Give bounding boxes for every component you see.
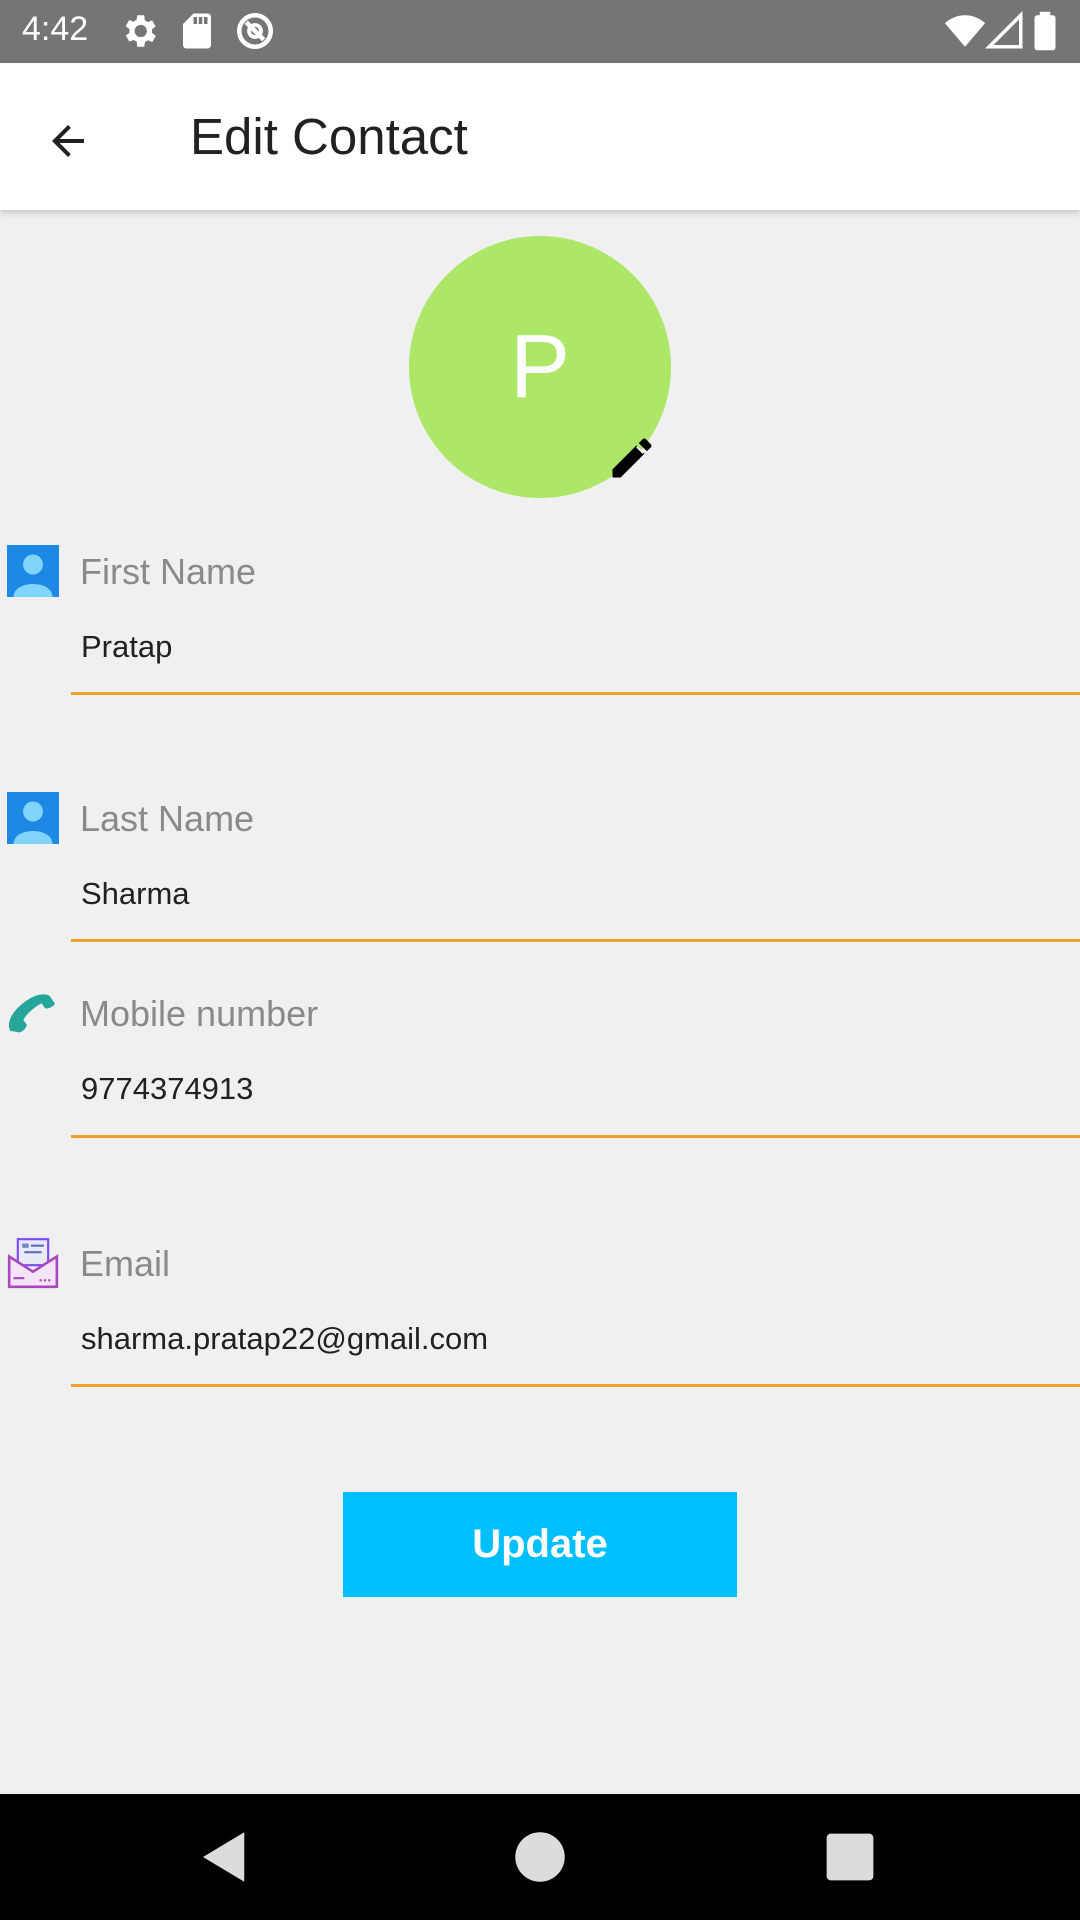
back-button[interactable] [28, 101, 108, 181]
app-bar: Edit Contact [0, 63, 1080, 210]
page-title: Edit Contact [190, 108, 468, 165]
email-label: Email [80, 1243, 171, 1284]
mobile-input[interactable] [72, 1059, 1072, 1119]
status-bar: 4:42 [0, 0, 1080, 63]
nav-back-icon[interactable] [192, 1824, 258, 1890]
cellular-signal-icon [985, 11, 1023, 49]
last-name-label: Last Name [80, 798, 255, 839]
avatar-initial: P [509, 316, 571, 417]
navigation-bar [0, 1794, 1080, 1920]
mobile-label: Mobile number [80, 993, 319, 1034]
sd-card-icon [183, 13, 211, 49]
first-name-input[interactable] [72, 617, 1072, 677]
arrow-back-icon [52, 125, 84, 157]
nav-recents-icon[interactable] [817, 1824, 883, 1890]
envelope-icon [7, 1238, 59, 1289]
wifi-icon [944, 15, 986, 47]
mobile-underline [71, 1135, 1080, 1138]
status-time: 4:42 [22, 10, 89, 48]
first-name-underline [71, 692, 1080, 695]
email-underline [71, 1384, 1080, 1387]
first-name-label: First Name [80, 551, 257, 592]
pencil-icon[interactable] [606, 432, 658, 484]
person-icon [7, 545, 59, 597]
last-name-input[interactable] [72, 864, 1072, 924]
update-button[interactable]: Update [343, 1492, 737, 1597]
email-input[interactable] [72, 1309, 1072, 1369]
last-name-underline [71, 939, 1080, 942]
gear-icon [125, 15, 156, 47]
person-icon [7, 792, 59, 844]
battery-icon [1034, 11, 1056, 51]
nav-home-icon[interactable] [507, 1824, 573, 1890]
phone-icon [8, 994, 55, 1033]
do-not-disturb-icon [236, 12, 274, 50]
